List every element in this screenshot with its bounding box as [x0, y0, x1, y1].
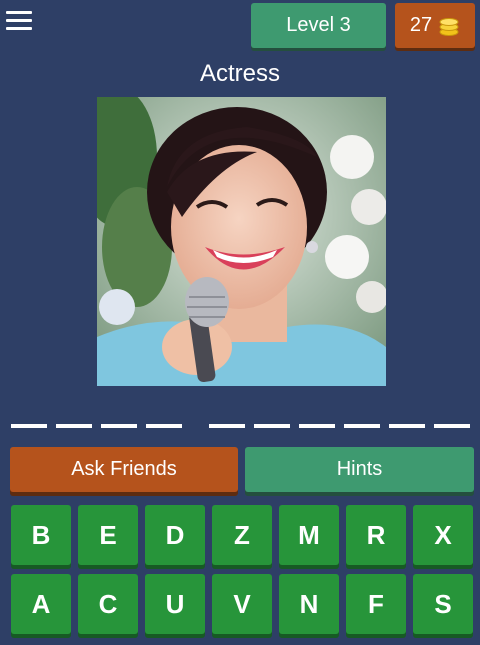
letter-key[interactable]: R [346, 505, 406, 565]
letter-key[interactable]: S [413, 574, 473, 634]
level-label: Level 3 [286, 14, 351, 36]
ask-friends-label: Ask Friends [71, 458, 177, 480]
answer-slot[interactable] [56, 424, 92, 428]
letter-key[interactable]: F [346, 574, 406, 634]
letter-key[interactable]: M [279, 505, 339, 565]
answer-slot[interactable] [146, 424, 182, 428]
answer-slot[interactable] [209, 424, 245, 428]
hints-button[interactable]: Hints [245, 447, 474, 492]
answer-slot[interactable] [254, 424, 290, 428]
letter-key[interactable]: Z [212, 505, 272, 565]
answer-slot[interactable] [344, 424, 380, 428]
category-label: Actress [199, 60, 280, 87]
letter-key[interactable]: A [11, 574, 71, 634]
answer-slot[interactable] [389, 424, 425, 428]
letter-key[interactable]: E [78, 505, 138, 565]
coin-counter-button[interactable]: 27 [395, 3, 475, 48]
answer-slot[interactable] [434, 424, 470, 428]
letter-key[interactable]: V [212, 574, 272, 634]
letter-key[interactable]: N [279, 574, 339, 634]
puzzle-photo [97, 97, 386, 386]
level-badge: Level 3 [251, 3, 386, 48]
letter-key[interactable]: C [78, 574, 138, 634]
answer-slot[interactable] [11, 424, 47, 428]
letter-key[interactable]: X [413, 505, 473, 565]
letter-key[interactable]: D [145, 505, 205, 565]
coin-count: 27 [409, 14, 433, 36]
answer-slot[interactable] [299, 424, 335, 428]
hamburger-menu-icon[interactable] [6, 11, 32, 35]
ask-friends-button[interactable]: Ask Friends [10, 447, 238, 492]
hints-label: Hints [336, 458, 383, 480]
letter-key[interactable]: B [11, 505, 71, 565]
letter-key[interactable]: U [145, 574, 205, 634]
answer-slot[interactable] [101, 424, 137, 428]
answer-slots [0, 424, 480, 430]
coins-icon [438, 15, 460, 37]
